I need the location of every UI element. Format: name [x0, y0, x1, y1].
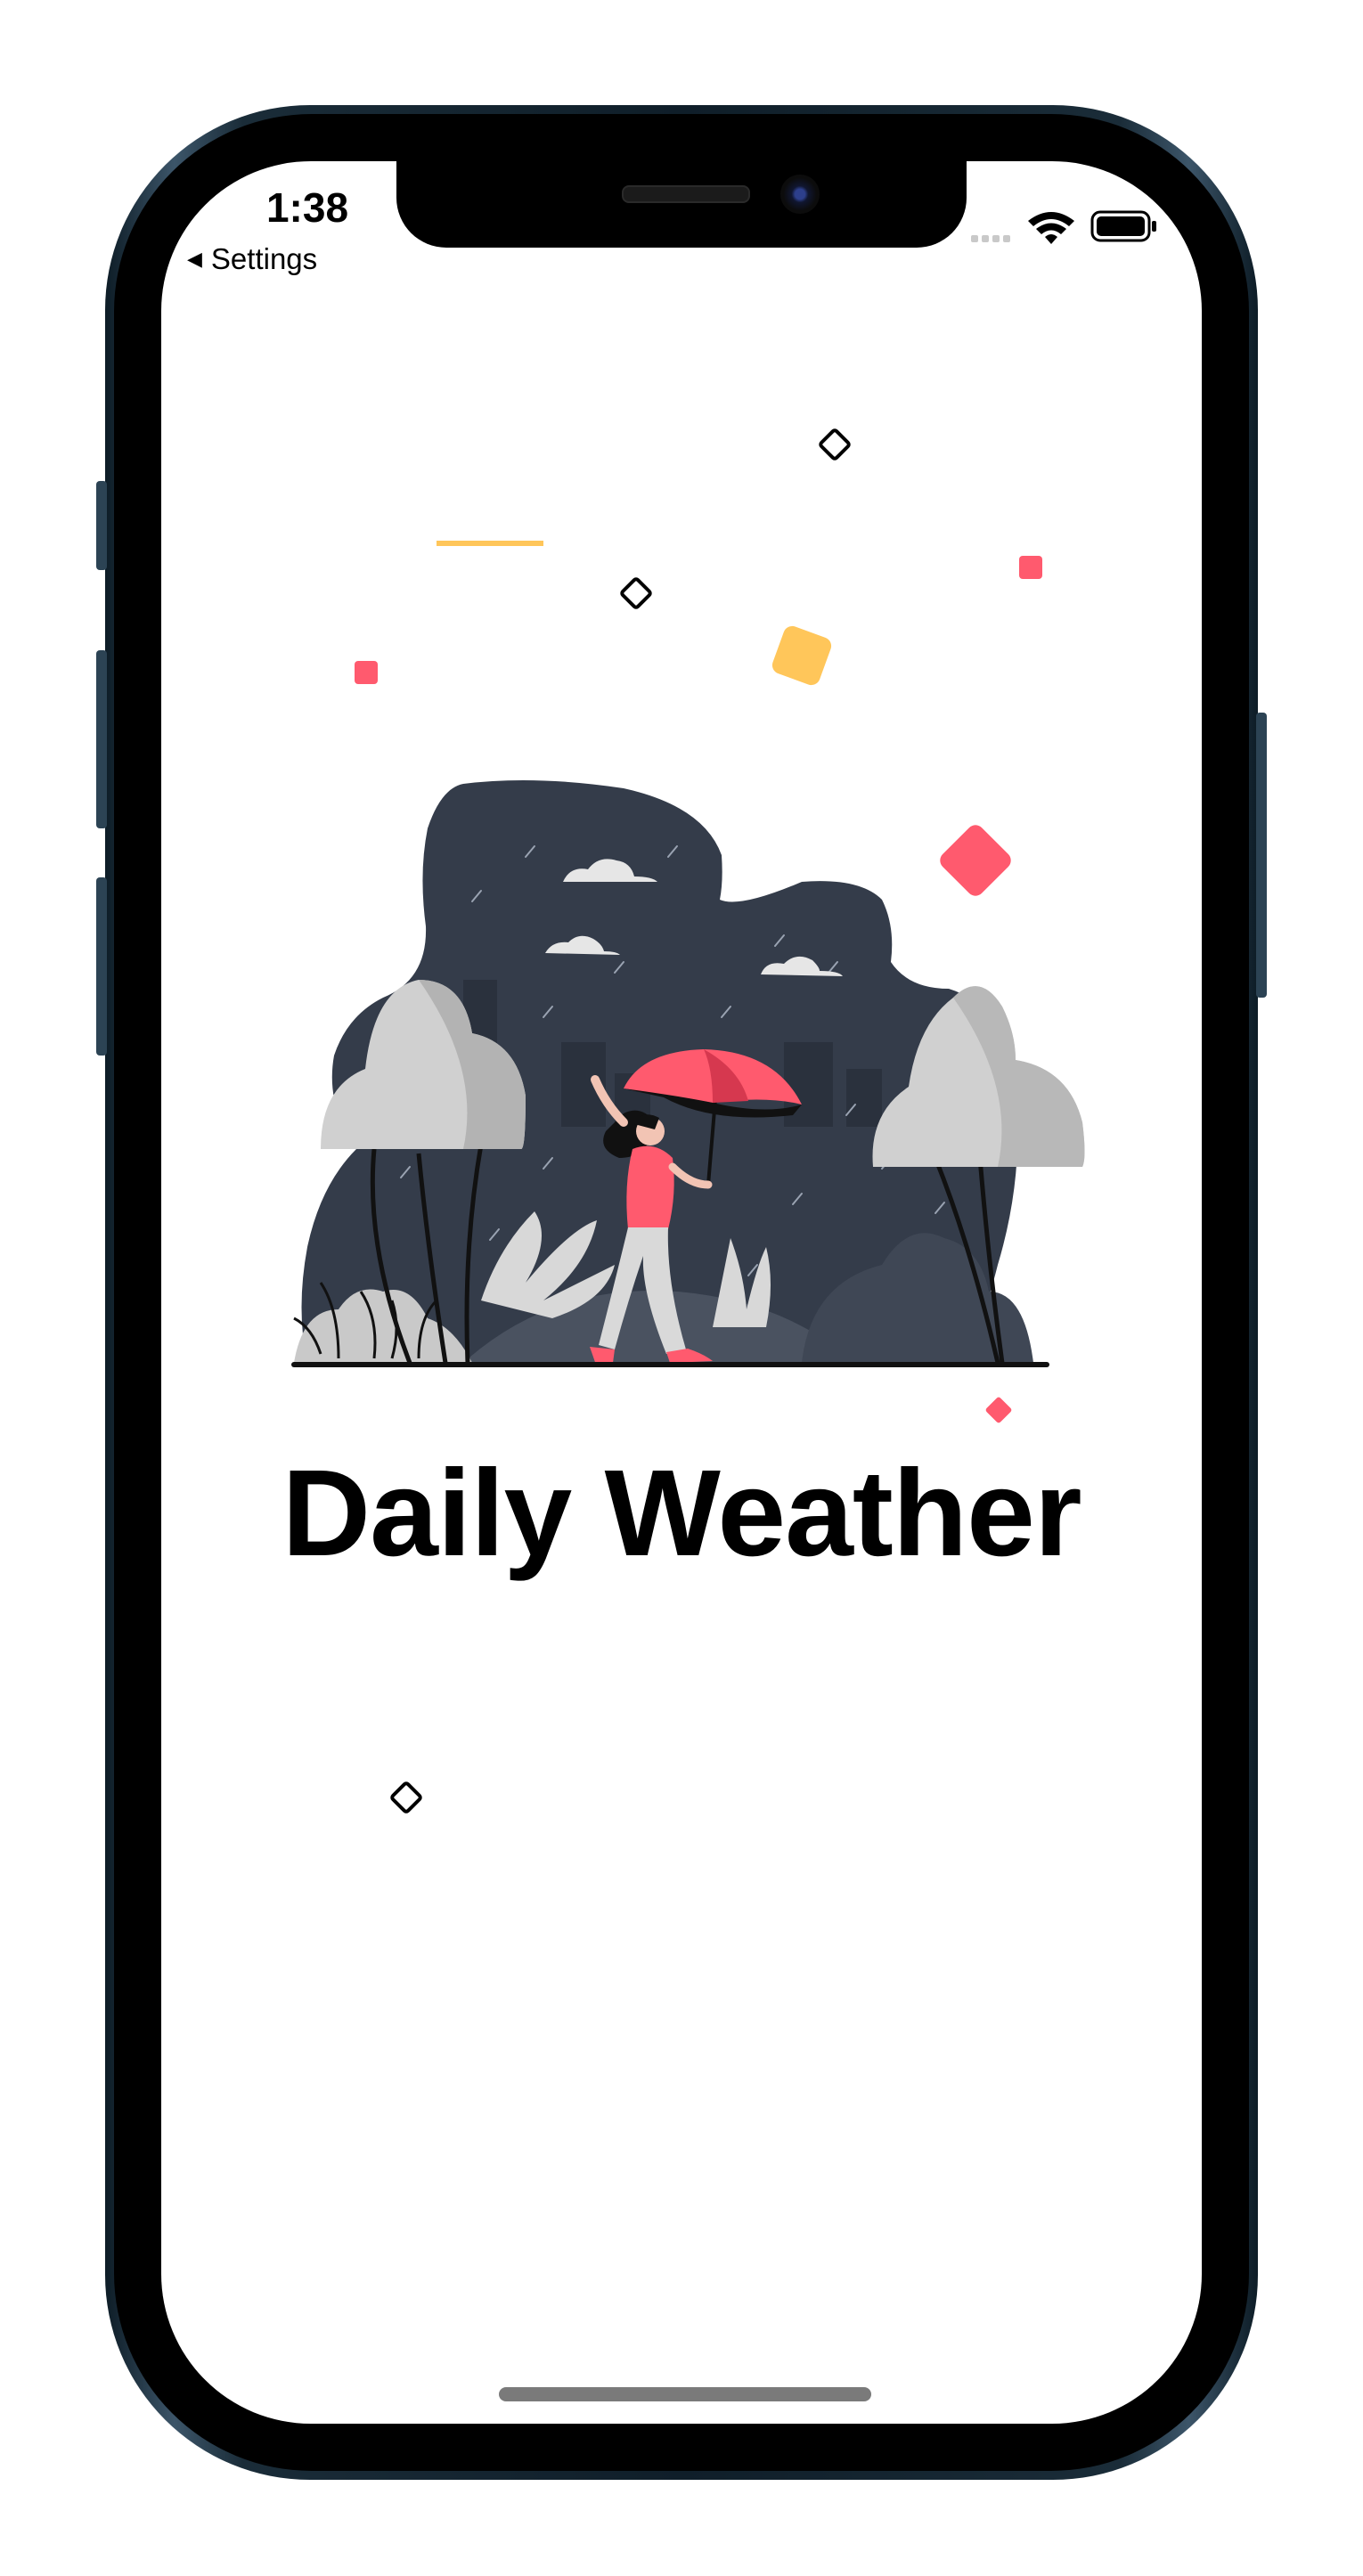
home-indicator[interactable] [499, 2387, 871, 2401]
rain-illustration [291, 780, 1085, 1367]
app-title: Daily Weather [282, 1445, 1081, 1582]
